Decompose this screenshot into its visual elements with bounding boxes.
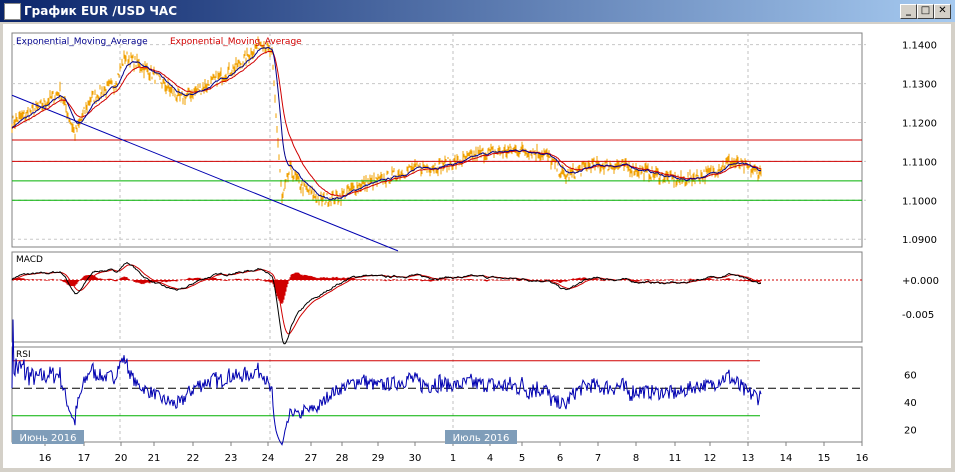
x-tick-label: 20 [115, 453, 128, 464]
x-tick-label: 4 [487, 453, 493, 464]
x-tick-label: 17 [78, 453, 91, 464]
x-tick-label: 16 [39, 453, 52, 464]
x-tick-label: 14 [780, 453, 793, 464]
x-tick-label: 6 [557, 453, 563, 464]
rsi-tick-label: 20 [904, 426, 917, 437]
price-tick-label: 1.1300 [902, 80, 937, 91]
x-tick-label: 13 [742, 453, 755, 464]
price-tick-label: 1.1200 [902, 118, 937, 129]
x-tick-label: 28 [336, 453, 349, 464]
month-label: Июль 2016 [453, 433, 510, 444]
price-tick-label: 1.1100 [902, 157, 937, 168]
x-tick-label: 15 [818, 453, 831, 464]
x-tick-label: 30 [409, 453, 422, 464]
x-tick-label: 23 [225, 453, 238, 464]
macd-panel [11, 251, 863, 343]
price-tick-label: 1.1000 [902, 196, 937, 207]
price-tick-label: 1.0900 [902, 235, 937, 246]
x-tick-label: 22 [187, 453, 200, 464]
price-tick-label: 1.1400 [902, 41, 937, 52]
macd-title: MACD [16, 255, 43, 265]
x-tick-label: 21 [148, 453, 161, 464]
macd-tick-label: +0.000 [902, 276, 939, 287]
x-tick-label: 29 [372, 453, 385, 464]
rsi-title: RSI [16, 350, 31, 360]
chart-area[interactable]: Exponential_Moving_Average Exponential_M… [0, 0, 955, 472]
x-tick-label: 27 [305, 453, 318, 464]
rsi-tick-label: 40 [904, 398, 917, 409]
legend-ema-fast: Exponential_Moving_Average [16, 37, 148, 47]
x-tick-label: 5 [519, 453, 525, 464]
x-tick-label: 16 [856, 453, 869, 464]
rsi-tick-label: 60 [904, 371, 917, 382]
x-tick-label: 1 [450, 453, 456, 464]
legend-ema-slow: Exponential_Moving_Average [170, 37, 302, 47]
x-tick-label: 7 [595, 453, 601, 464]
macd-tick-label: -0.005 [902, 310, 934, 321]
x-tick-label: 8 [633, 453, 639, 464]
x-tick-label: 11 [669, 453, 682, 464]
x-tick-label: 24 [262, 453, 275, 464]
x-tick-label: 12 [704, 453, 717, 464]
month-label: Июнь 2016 [20, 433, 77, 444]
